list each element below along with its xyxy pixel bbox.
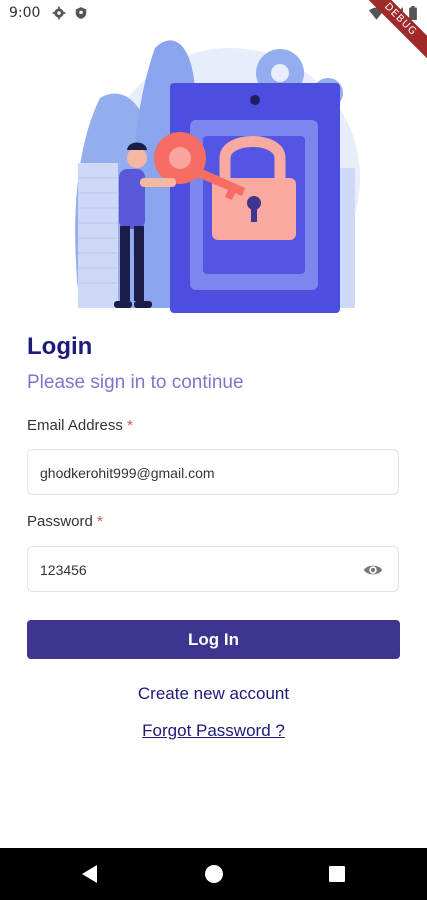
required-mark: * bbox=[97, 513, 103, 530]
email-label: Email Address * bbox=[27, 417, 133, 434]
shield-icon bbox=[75, 7, 87, 19]
create-account-link[interactable]: Create new account bbox=[0, 684, 427, 704]
settings-icon bbox=[52, 6, 66, 20]
back-icon[interactable] bbox=[78, 862, 102, 886]
login-button[interactable]: Log In bbox=[27, 620, 400, 659]
password-input[interactable] bbox=[38, 547, 362, 593]
recents-icon[interactable] bbox=[325, 862, 349, 886]
email-input[interactable] bbox=[38, 450, 362, 496]
password-label-text: Password bbox=[27, 513, 93, 530]
home-icon[interactable] bbox=[202, 862, 226, 886]
status-time: 9:00 bbox=[9, 5, 41, 21]
email-field[interactable] bbox=[27, 449, 399, 496]
password-label: Password * bbox=[27, 513, 103, 530]
login-illustration bbox=[75, 40, 360, 313]
password-field[interactable] bbox=[27, 546, 399, 593]
page-subtitle: Please sign in to continue bbox=[27, 372, 244, 393]
page-title: Login bbox=[27, 333, 93, 360]
email-label-text: Email Address bbox=[27, 417, 123, 434]
navigation-bar bbox=[0, 848, 427, 900]
visibility-icon[interactable] bbox=[362, 560, 384, 580]
required-mark: * bbox=[127, 417, 133, 434]
status-bar: 9:00 DEBUG bbox=[0, 0, 427, 65]
forgot-password-link[interactable]: Forgot Password ? bbox=[0, 721, 427, 741]
